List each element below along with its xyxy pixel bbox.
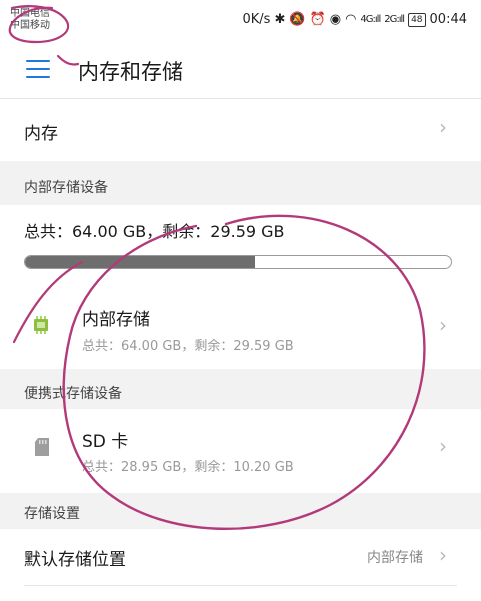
internal-storage-item[interactable]: 内部存储 总共：64.00 GB，剩余：29.59 GB › (0, 283, 481, 369)
sd-card-subtitle: 总共：28.95 GB，剩余：10.20 GB (82, 460, 294, 475)
signal-1: 4G:ıll (360, 14, 381, 25)
section-title: 便携式存储设备 (24, 386, 122, 402)
storage-progress-bar (24, 255, 452, 269)
alarm-icon: ⏰ (309, 12, 326, 27)
internal-storage-subtitle: 总共：64.00 GB，剩余：29.59 GB (82, 339, 294, 354)
default-storage-location-row[interactable]: 默认存储位置 内部存储 › (0, 529, 481, 585)
chevron-right-icon: › (439, 434, 447, 458)
battery-icon: 48 (408, 12, 426, 27)
chevron-right-icon: › (439, 543, 447, 567)
internal-summary: 总共：64.00 GB，剩余：29.59 GB (0, 205, 481, 283)
section-header-portable: 便携式存储设备 (0, 369, 481, 409)
network-speed: 0K/s (242, 12, 271, 27)
wifi-icon: ◠ (345, 12, 357, 27)
divider (24, 585, 457, 586)
section-header-internal: 内部存储设备 (0, 161, 481, 205)
mute-icon: 🔕 (289, 12, 306, 27)
section-title: 内部存储设备 (24, 180, 108, 196)
signal-2: 2G:ıll (384, 14, 405, 25)
clock: 00:44 (429, 12, 467, 27)
app-bar: 内存和存储 (0, 42, 481, 99)
default-location-value: 内部存储 (367, 550, 423, 566)
page-title: 内存和存储 (78, 60, 183, 84)
carrier-name-1: 中国电信 (10, 8, 50, 19)
chevron-right-icon: › (439, 115, 447, 139)
internal-storage-title: 内部存储 (82, 310, 150, 330)
storage-used-fill (25, 256, 256, 268)
sd-card-item[interactable]: SD 卡 总共：28.95 GB，剩余：10.20 GB › (0, 409, 481, 493)
default-location-label: 默认存储位置 (24, 550, 126, 570)
memory-label: 内存 (24, 124, 58, 144)
carrier-name-2: 中国移动 (10, 20, 50, 31)
chip-icon (31, 315, 51, 339)
status-icons: 0K/s ✱ 🔕 ⏰ ◉ ◠ 4G:ıll 2G:ıll 48 00:44 (243, 12, 468, 27)
chevron-right-icon: › (439, 313, 447, 337)
sd-card-title: SD 卡 (82, 432, 129, 452)
menu-icon[interactable] (26, 60, 50, 80)
sd-card-icon (34, 437, 50, 461)
storage-summary-text: 总共：64.00 GB，剩余：29.59 GB (24, 222, 285, 241)
memory-row[interactable]: 内存 › (0, 99, 481, 161)
eye-icon: ◉ (329, 12, 342, 27)
bluetooth-icon: ✱ (274, 12, 286, 27)
section-header-storage-settings: 存储设置 (0, 493, 481, 529)
status-bar: 中国电信 中国移动 0K/s ✱ 🔕 ⏰ ◉ ◠ 4G:ıll 2G:ıll 4… (0, 0, 481, 42)
section-title: 存储设置 (24, 506, 80, 522)
